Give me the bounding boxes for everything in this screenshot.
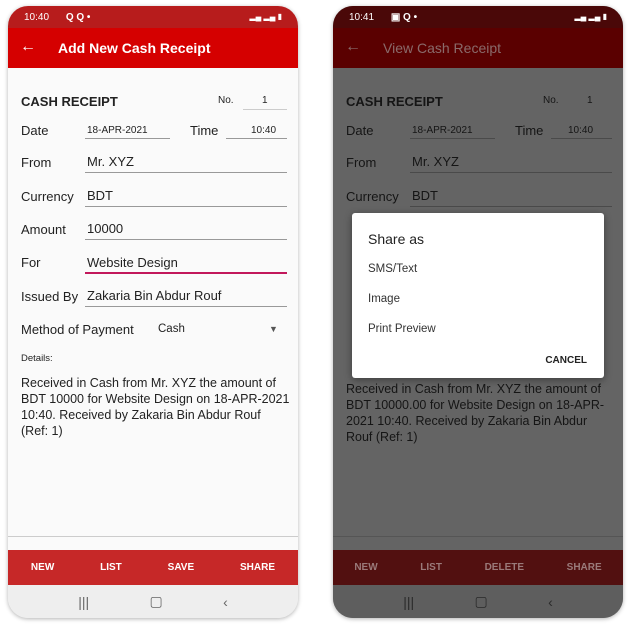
- from-field: Mr. XYZ: [412, 154, 459, 169]
- details-text: Received in Cash from Mr. XYZ the amount…: [21, 376, 290, 438]
- amount-label: Amount: [21, 222, 66, 237]
- bottom-action-bar: NEW LIST DELETE SHARE: [333, 550, 623, 585]
- back-nav-icon[interactable]: ‹: [548, 594, 553, 610]
- new-button[interactable]: NEW: [354, 562, 377, 573]
- date-label: Date: [21, 123, 49, 138]
- page-title: View Cash Receipt: [383, 40, 502, 56]
- home-icon[interactable]: ▢: [150, 593, 163, 610]
- for-field[interactable]: Website Design: [87, 255, 178, 270]
- back-arrow-icon[interactable]: ←: [345, 38, 361, 56]
- divider: [333, 536, 623, 537]
- view-receipt-screen: 10:41 ▣ Q • ▂▄ ▂▄ ▮ ← View Cash Receipt …: [333, 6, 623, 618]
- new-button[interactable]: NEW: [31, 562, 54, 573]
- save-button[interactable]: SAVE: [168, 562, 195, 573]
- share-dialog: Share as SMS/Text Image Print Preview CA…: [352, 213, 604, 378]
- recent-apps-icon[interactable]: |||: [78, 594, 89, 610]
- status-bar: 10:40 Q Q • ▂▄ ▂▄ ▮: [8, 6, 298, 28]
- share-option-sms[interactable]: SMS/Text: [368, 263, 417, 275]
- time-label: Time: [515, 123, 544, 138]
- cancel-button[interactable]: CANCEL: [545, 355, 587, 366]
- recent-apps-icon[interactable]: |||: [403, 594, 414, 610]
- time-field: 10:40: [568, 125, 594, 136]
- share-option-print-preview[interactable]: Print Preview: [368, 323, 436, 335]
- date-field: 18-APR-2021: [412, 125, 473, 136]
- signal-battery-icon: ▂▄ ▂▄ ▮: [249, 12, 283, 21]
- notification-icons: ▣ Q •: [390, 12, 418, 23]
- amount-field[interactable]: 10000: [87, 221, 123, 236]
- from-field[interactable]: Mr. XYZ: [87, 154, 134, 169]
- add-receipt-screen: 10:40 Q Q • ▂▄ ▂▄ ▮ ← Add New Cash Recei…: [8, 6, 298, 618]
- payment-method-select[interactable]: Cash: [158, 323, 185, 335]
- divider: [8, 536, 298, 537]
- receipt-heading: CASH RECEIPT: [21, 94, 118, 109]
- from-label: From: [346, 155, 377, 170]
- currency-label: Currency: [21, 189, 74, 204]
- system-nav-bar: ||| ▢ ‹: [8, 585, 298, 618]
- dialog-title: Share as: [368, 231, 425, 247]
- share-button[interactable]: SHARE: [240, 562, 275, 573]
- date-label: Date: [346, 123, 374, 138]
- for-label: For: [21, 255, 41, 270]
- delete-button[interactable]: DELETE: [485, 562, 524, 573]
- currency-label: Currency: [346, 189, 399, 204]
- share-option-image[interactable]: Image: [368, 293, 400, 305]
- home-icon[interactable]: ▢: [475, 593, 488, 610]
- from-label: From: [21, 155, 52, 170]
- page-title: Add New Cash Receipt: [58, 40, 211, 56]
- app-bar: ← Add New Cash Receipt: [8, 28, 298, 68]
- currency-field[interactable]: BDT: [87, 188, 113, 203]
- back-nav-icon[interactable]: ‹: [223, 594, 228, 610]
- status-bar: 10:41 ▣ Q • ▂▄ ▂▄ ▮: [333, 6, 623, 28]
- system-nav-bar: ||| ▢ ‹: [333, 585, 623, 618]
- receipt-heading: CASH RECEIPT: [346, 94, 443, 109]
- details-text: Received in Cash from Mr. XYZ the amount…: [346, 382, 605, 444]
- no-field[interactable]: 1: [262, 95, 268, 106]
- time-label: Time: [190, 123, 219, 138]
- signal-battery-icon: ▂▄ ▂▄ ▮: [574, 12, 608, 21]
- currency-field: BDT: [412, 188, 438, 203]
- status-time: 10:40: [24, 12, 50, 23]
- issued-by-field[interactable]: Zakaria Bin Abdur Rouf: [87, 288, 221, 303]
- bottom-action-bar: NEW LIST SAVE SHARE: [8, 550, 298, 585]
- no-label: No.: [543, 95, 559, 106]
- payment-method-label: Method of Payment: [21, 322, 134, 337]
- share-button[interactable]: SHARE: [567, 562, 602, 573]
- no-label: No.: [218, 95, 234, 106]
- dropdown-arrow-icon[interactable]: ▼: [269, 324, 278, 334]
- list-button[interactable]: LIST: [420, 562, 442, 573]
- no-field: 1: [587, 95, 593, 106]
- date-field[interactable]: 18-APR-2021: [87, 125, 148, 136]
- back-arrow-icon[interactable]: ←: [20, 38, 36, 56]
- status-time: 10:41: [349, 12, 375, 23]
- details-label: Details:: [21, 353, 53, 364]
- app-bar: ← View Cash Receipt: [333, 28, 623, 68]
- issued-by-label: Issued By: [21, 289, 79, 304]
- list-button[interactable]: LIST: [100, 562, 122, 573]
- notification-icons: Q Q •: [65, 12, 91, 23]
- time-field[interactable]: 10:40: [251, 125, 276, 136]
